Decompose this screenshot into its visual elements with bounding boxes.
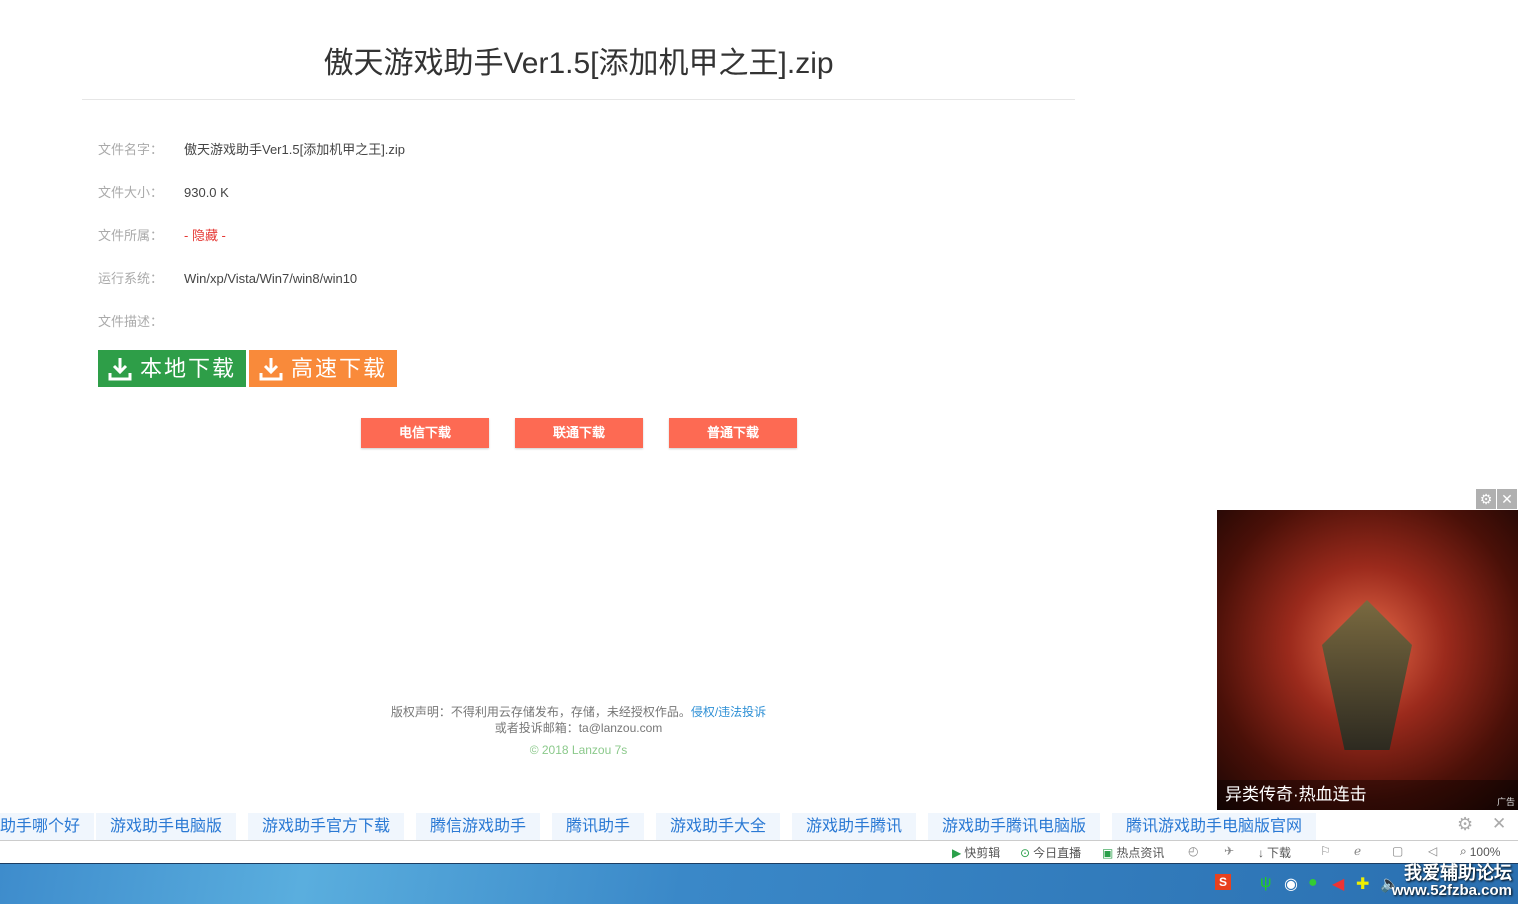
keyword-link[interactable]: 游戏助手腾讯 (792, 813, 917, 840)
ad-banner[interactable]: 异类传奇·热血连击 广告 (1217, 510, 1518, 810)
taskbar: S ψ ◉ ● ◀ ✚ 🔈 (0, 863, 1518, 904)
page-title: 傲天游戏助手Ver1.5[添加机甲之王].zip (323, 47, 834, 80)
keyword-link[interactable]: 助手哪个好 (0, 813, 95, 840)
pin-icon[interactable]: ✈ (1224, 844, 1234, 858)
telecom-download-button[interactable]: 电信下载 (361, 418, 489, 448)
play-icon: ▶ (952, 845, 962, 860)
watermark-line1: 我爱辅助论坛 (1404, 863, 1512, 883)
keyword-link[interactable]: 游戏助手官方下载 (248, 813, 405, 840)
keyword-link[interactable]: 腾讯助手 (552, 813, 645, 840)
ad-caption: 异类传奇·热血连击 (1217, 780, 1518, 810)
info-value: 傲天游戏助手Ver1.5[添加机甲之王].zip (184, 142, 406, 157)
ad-close-icon[interactable]: ✕ (1497, 489, 1517, 509)
news-button[interactable]: ▣ 热点资讯 (1102, 844, 1164, 861)
info-label: 文件描述： (98, 314, 164, 329)
keyword-link[interactable]: 游戏助手电脑版 (96, 813, 237, 840)
keyword-link[interactable]: 腾信游戏助手 (416, 813, 541, 840)
keyword-link[interactable]: 游戏助手腾讯电脑版 (928, 813, 1101, 840)
close-icon[interactable]: ✕ (1492, 814, 1506, 834)
search-icon: ⌕ (1460, 844, 1467, 858)
download-icon (108, 357, 132, 380)
zoom-control[interactable]: ⌕ 100% (1460, 844, 1500, 859)
fast-download-label: 高速下载 (291, 356, 388, 381)
clip-button[interactable]: ▶ 快剪辑 (952, 844, 1000, 861)
arrow-down-icon: ↓ (1258, 845, 1264, 860)
info-value: Win/xp/Vista/Win7/win8/win10 (184, 271, 358, 286)
clip-label: 快剪辑 (964, 846, 1001, 860)
notice-text: 版权声明：不得利用云存储发布，存储，未经授权作品。 (390, 705, 691, 719)
keyword-bar: 助手哪个好 游戏助手电脑版 游戏助手官方下载 腾信游戏助手 腾讯助手 游戏助手大… (0, 810, 1518, 841)
speed-icon[interactable]: ◴ (1188, 844, 1198, 858)
live-button[interactable]: ⊙ 今日直播 (1020, 844, 1081, 861)
ad-image (1322, 600, 1412, 750)
watermark: 我爱辅助论坛 www.52fzba.com (1392, 864, 1512, 900)
security-icon[interactable]: ✚ (1356, 874, 1369, 894)
ad-settings-icon[interactable]: ⚙ (1476, 489, 1496, 509)
info-row-os: 运行系统： Win/xp/Vista/Win7/win8/win10 (98, 269, 357, 289)
info-row-name: 文件名字： 傲天游戏助手Ver1.5[添加机甲之王].zip (98, 140, 405, 160)
info-label: 运行系统： (98, 271, 164, 286)
info-row-desc: 文件描述： (98, 312, 184, 332)
info-label: 文件所属： (98, 228, 164, 243)
gear-icon[interactable]: ⚙ (1457, 814, 1473, 835)
window-icon[interactable]: ▢ (1392, 844, 1403, 858)
sogou-icon[interactable]: S (1215, 874, 1231, 890)
ad-tag: 广告 (1496, 797, 1515, 807)
keyword-link[interactable]: 游戏助手大全 (656, 813, 781, 840)
ie-icon[interactable]: ℯ (1354, 844, 1361, 858)
watermark-line2: www.52fzba.com (1391, 882, 1512, 899)
live-icon: ⊙ (1020, 845, 1031, 860)
info-value: 930.0 K (184, 185, 229, 200)
info-value: - 隐藏 - (184, 228, 226, 243)
copyright: © 2018 Lanzou 7s (529, 743, 628, 757)
info-row-owner: 文件所属： - 隐藏 - (98, 226, 226, 246)
sound-icon[interactable]: ◁ (1428, 844, 1437, 858)
info-row-size: 文件大小： 930.0 K (98, 183, 229, 203)
info-label: 文件名字： (98, 142, 164, 157)
flag-icon[interactable]: ⚐ (1320, 844, 1331, 858)
local-download-label: 本地下载 (140, 356, 237, 381)
unicom-download-button[interactable]: 联通下载 (515, 418, 643, 448)
info-label: 文件大小： (98, 185, 164, 200)
download-icon (259, 357, 283, 380)
download-button[interactable]: ↓ 下载 (1258, 844, 1291, 861)
news-icon: ▣ (1102, 845, 1114, 860)
speaker-icon[interactable]: ◀ (1332, 874, 1344, 894)
tray-app-icon[interactable]: ψ (1260, 874, 1271, 892)
browser-icon[interactable]: ● (1308, 874, 1318, 892)
local-download-button[interactable]: 本地下载 (98, 350, 246, 387)
browser-status-bar: ▶ 快剪辑 ⊙ 今日直播 ▣ 热点资讯 ◴ ✈ ↓ 下载 ⚐ ℯ ▢ ◁ ⌕ 100% (0, 841, 1518, 863)
keyword-link[interactable]: 腾讯游戏助手电脑版官网 (1112, 813, 1317, 840)
report-link[interactable]: 侵权/违法投诉 (691, 705, 766, 719)
report-email: 或者投诉邮箱：ta@lanzou.com (494, 721, 663, 735)
chrome-icon[interactable]: ◉ (1284, 874, 1298, 894)
download-label: 下载 (1267, 846, 1292, 860)
divider (82, 99, 1075, 100)
fast-download-button[interactable]: 高速下载 (249, 350, 397, 387)
normal-download-button[interactable]: 普通下载 (669, 418, 797, 448)
zoom-level: 100% (1469, 844, 1501, 859)
news-label: 热点资讯 (1116, 846, 1165, 860)
copyright-notice: 版权声明：不得利用云存储发布，存储，未经授权作品。侵权/违法投诉 (82, 703, 1075, 720)
live-label: 今日直播 (1033, 846, 1082, 860)
